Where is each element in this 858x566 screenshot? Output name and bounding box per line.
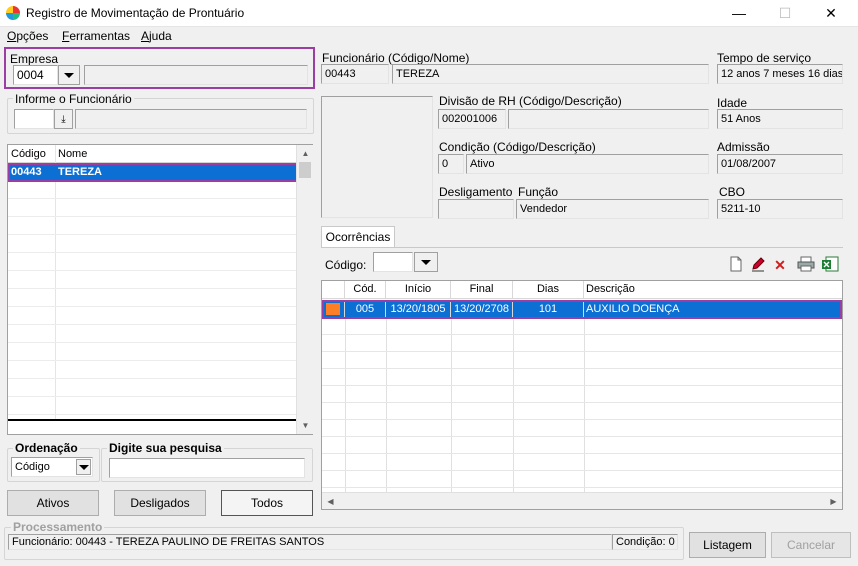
menu-opcoes[interactable]: Opções <box>7 29 48 43</box>
minimize-button[interactable]: — <box>716 0 762 27</box>
selection-highlight <box>8 163 298 182</box>
menu-bar: Opções Ferramentas Ajuda <box>0 27 858 45</box>
funcionario-code-field: 00443 <box>321 64 389 84</box>
tab-ocorrencias[interactable]: Ocorrências <box>321 226 395 248</box>
condicao-label: Condição (Código/Descrição) <box>439 140 596 154</box>
menu-ajuda[interactable]: Ajuda <box>141 29 172 43</box>
employee-list-scrollbar[interactable]: ▲ ▼ <box>296 145 313 434</box>
col-header-cod[interactable]: Cód. <box>345 281 386 298</box>
tab-ocorrencias-label: Ocorrências <box>325 230 391 244</box>
ocorrencias-header: Cód. Início Final Dias Descrição <box>322 281 842 299</box>
desligados-button[interactable]: Desligados <box>114 490 206 516</box>
cancelar-button[interactable]: Cancelar <box>771 532 851 558</box>
condicao-desc-field: Ativo <box>466 154 709 174</box>
admissao-field: 01/08/2007 <box>717 154 843 174</box>
ocorrencias-grid-lines <box>322 318 842 492</box>
informe-label: Informe o Funcionário <box>13 92 134 106</box>
funcao-label: Função <box>518 185 559 199</box>
pesquisa-label: Digite sua pesquisa <box>107 441 224 455</box>
processamento-label: Processamento <box>11 520 105 534</box>
col-header-descricao[interactable]: Descrição <box>584 281 840 298</box>
funcionario-name-field: TEREZA <box>392 64 709 84</box>
empresa-group: Empresa 0004 <box>4 47 315 89</box>
col-header-inicio[interactable]: Início <box>386 281 451 298</box>
desligamento-field <box>438 199 514 219</box>
empresa-code-field[interactable]: 0004 <box>13 65 58 85</box>
scroll-right-icon[interactable]: ▶ <box>825 493 842 510</box>
divisao-label: Divisão de RH (Código/Descrição) <box>439 94 622 108</box>
scroll-thumb[interactable] <box>299 162 311 178</box>
desligamento-label: Desligamento <box>439 185 513 199</box>
list-bottom-border <box>8 419 296 421</box>
delete-icon[interactable]: ✕ <box>771 256 789 274</box>
informe-funcionario-input[interactable] <box>14 109 54 129</box>
ocorrencias-grid: Cód. Início Final Dias Descrição 005 13/… <box>321 280 843 510</box>
new-document-icon[interactable] <box>727 256 745 274</box>
informe-dropdown-button[interactable]: ⤓ <box>54 109 73 129</box>
ocorrencia-codigo-dropdown[interactable] <box>414 252 438 272</box>
ativos-label: Ativos <box>36 496 70 510</box>
condicao-code-field: 0 <box>438 154 464 174</box>
funcionario-label: Funcionário (Código/Nome) <box>322 51 470 65</box>
empresa-name-field <box>84 65 308 85</box>
selection-highlight <box>322 300 842 319</box>
arrow-down-bar-icon: ⤓ <box>61 113 66 125</box>
employee-photo <box>321 96 433 218</box>
cbo-label: CBO <box>719 185 746 199</box>
processamento-condicao: Condição: 0 <box>612 534 678 550</box>
divisao-desc-field <box>508 109 709 129</box>
col-header-indicator <box>322 281 345 298</box>
col-header-final[interactable]: Final <box>451 281 513 298</box>
chevron-down-icon <box>78 464 89 470</box>
ocorrencia-codigo-input[interactable] <box>373 252 413 272</box>
employee-list: Código Nome 00443 TEREZA ▲ ▼ <box>7 144 313 435</box>
edit-pencil-icon[interactable] <box>749 256 767 274</box>
maximize-button[interactable]: ☐ <box>762 0 808 27</box>
app-icon <box>6 6 20 20</box>
listagem-label: Listagem <box>703 538 752 552</box>
col-header-codigo[interactable]: Código <box>11 148 46 160</box>
chevron-down-icon <box>64 72 74 78</box>
ocorrencia-codigo-label: Código: <box>325 258 367 272</box>
ocorrencias-hscrollbar[interactable]: ◀ ▶ <box>322 492 842 509</box>
tab-underline <box>321 247 843 248</box>
scroll-down-icon[interactable]: ▼ <box>297 417 314 434</box>
scroll-left-icon[interactable]: ◀ <box>322 493 339 510</box>
empresa-label: Empresa <box>10 52 59 66</box>
todos-label: Todos <box>250 496 284 510</box>
employee-list-header: Código Nome <box>8 145 296 163</box>
tempo-servico-label: Tempo de serviço <box>717 51 812 65</box>
menu-ferramentas[interactable]: Ferramentas <box>62 29 130 43</box>
processamento-status: Funcionário: 00443 - TEREZA PAULINO DE F… <box>8 534 612 550</box>
col-header-dias[interactable]: Dias <box>513 281 584 298</box>
ativos-button[interactable]: Ativos <box>7 490 99 516</box>
todos-button[interactable]: Todos <box>221 490 313 516</box>
window-title: Registro de Movimentação de Prontuário <box>26 6 245 20</box>
ordenacao-dropdown-button[interactable] <box>76 459 91 475</box>
ordenacao-value: Código <box>15 461 50 473</box>
ordenacao-label: Ordenação <box>13 441 80 455</box>
divisao-code-field: 002001006 <box>438 109 506 129</box>
informe-name-field <box>75 109 307 129</box>
desligados-label: Desligados <box>130 496 190 510</box>
col-header-nome[interactable]: Nome <box>58 148 87 160</box>
chevron-down-icon <box>421 259 431 265</box>
listagem-button[interactable]: Listagem <box>689 532 766 558</box>
scroll-up-icon[interactable]: ▲ <box>297 145 314 162</box>
funcao-field: Vendedor <box>516 199 709 219</box>
empresa-dropdown-button[interactable] <box>58 65 80 85</box>
title-bar: Registro de Movimentação de Prontuário —… <box>0 0 858 27</box>
tempo-servico-field: 12 anos 7 meses 16 dias <box>717 64 843 84</box>
idade-label: Idade <box>717 96 748 110</box>
pesquisa-input[interactable] <box>109 458 305 478</box>
printer-icon[interactable] <box>797 256 815 274</box>
excel-export-icon[interactable] <box>821 256 839 274</box>
admissao-label: Admissão <box>717 140 770 154</box>
list-grid <box>8 181 296 419</box>
cbo-field: 5211-10 <box>717 199 843 219</box>
idade-field: 51 Anos <box>717 109 843 129</box>
close-button[interactable]: ✕ <box>808 0 854 27</box>
cancelar-label: Cancelar <box>786 538 836 552</box>
